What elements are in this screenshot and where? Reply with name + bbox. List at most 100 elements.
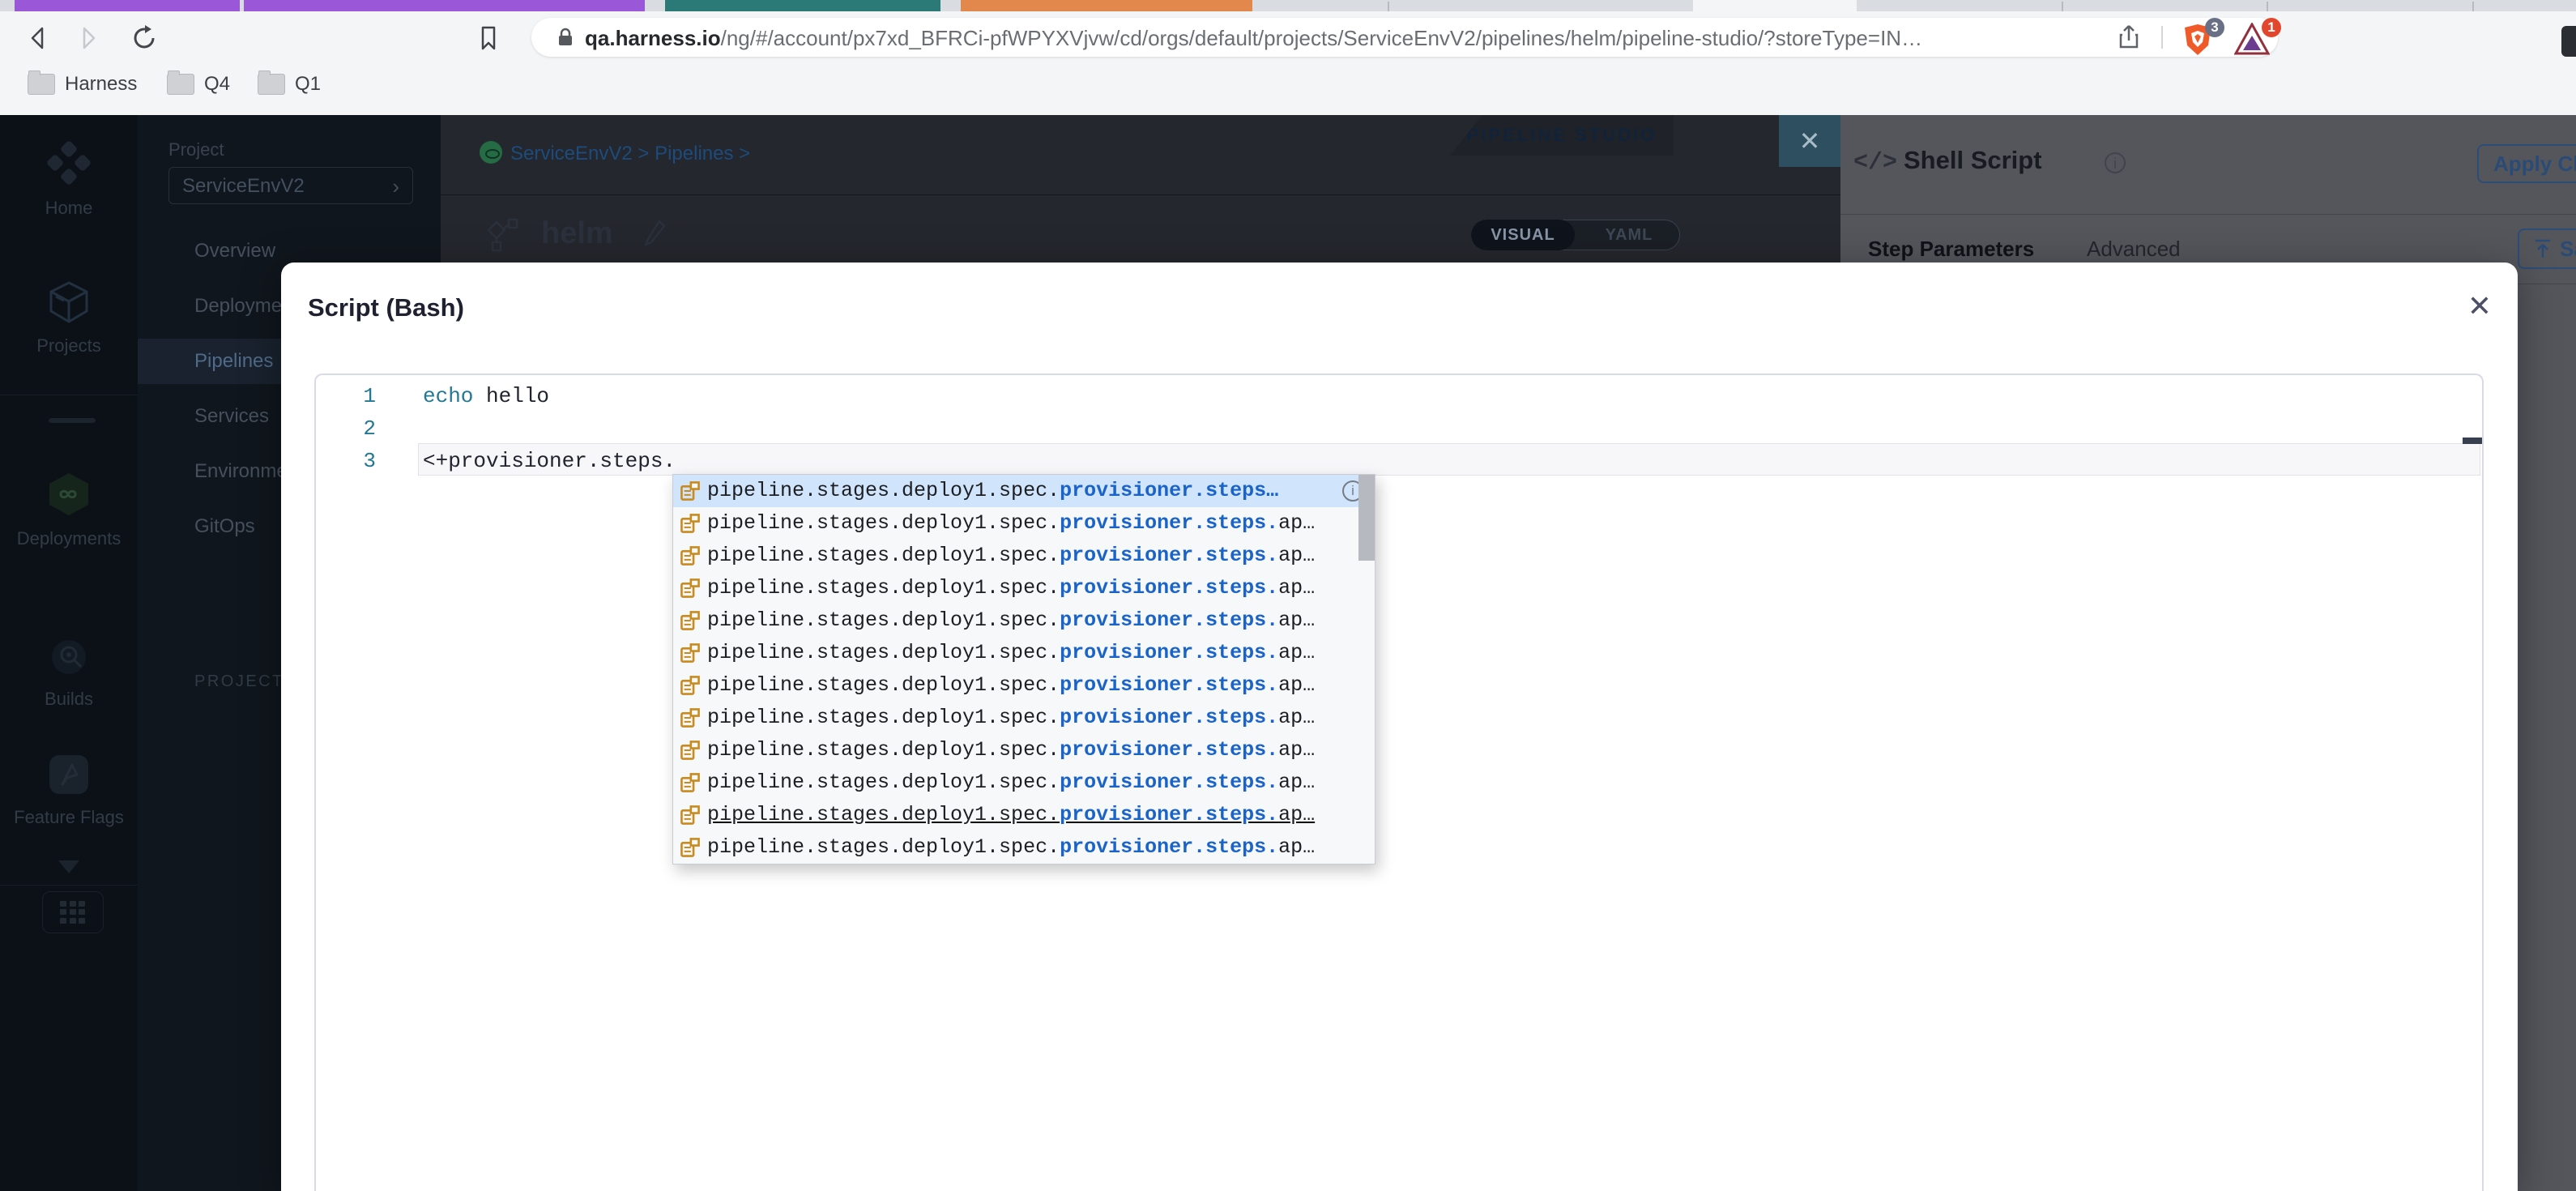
suggest-item[interactable]: pipeline.stages.deploy1.spec.provisioner…	[673, 734, 1375, 766]
tab-group-orange[interactable]	[961, 0, 1252, 11]
bookmark-folder[interactable]: Q1	[258, 70, 321, 96]
grid-icon	[60, 901, 86, 924]
browser-tab-strip[interactable]	[0, 0, 2576, 11]
bookmark-folder[interactable]: Q4	[167, 70, 231, 96]
suggest-text: pipeline.stages.deploy1.spec.provisioner…	[707, 673, 1316, 697]
suggest-item[interactable]: pipeline.stages.deploy1.spec.provisioner…	[673, 572, 1375, 604]
bookmark-icon[interactable]	[475, 24, 502, 52]
code-line: echo hello	[423, 384, 550, 408]
suggest-item[interactable]: pipeline.stages.deploy1.spec.provisioner…	[673, 702, 1375, 734]
info-icon[interactable]: i	[2105, 152, 2126, 173]
module-rail: Home Projects Deployments Builds Feature…	[0, 115, 138, 1191]
overview-ruler-cursor	[2463, 438, 2482, 444]
active-tab[interactable]	[1693, 0, 1857, 11]
back-button[interactable]	[24, 24, 52, 52]
share-icon[interactable]	[2114, 23, 2143, 52]
nav-item-label: Services	[194, 405, 270, 427]
suggest-item[interactable]: pipeline.stages.deploy1.spec.provisioner…	[673, 540, 1375, 572]
suggest-text: pipeline.stages.deploy1.spec.provisioner…	[707, 738, 1316, 762]
extensions-icon[interactable]	[2561, 26, 2576, 57]
save-as-template-button[interactable]: Save as Template	[2518, 228, 2576, 269]
current-line-highlight	[418, 443, 2480, 476]
suggest-text: pipeline.stages.deploy1.spec.provisioner…	[707, 641, 1316, 664]
apply-changes-button[interactable]: Apply Changes	[2477, 144, 2576, 183]
suggest-item[interactable]: pipeline.stages.deploy1.spec.provisioner…	[673, 475, 1375, 507]
line-number: 2	[363, 416, 376, 441]
studio-close-button[interactable]: ✕	[1779, 115, 1840, 167]
rail-chevron-down-icon[interactable]	[58, 860, 79, 873]
suggest-text: pipeline.stages.deploy1.spec.provisioner…	[707, 576, 1316, 600]
suggest-item[interactable]: pipeline.stages.deploy1.spec.provisioner…	[673, 669, 1375, 702]
lock-icon	[559, 28, 572, 45]
field-icon	[680, 481, 700, 501]
toggle-yaml[interactable]: YAML	[1579, 220, 1679, 250]
url-text[interactable]: qa.harness.io/ng/#/account/px7xd_BFRCi-p…	[585, 26, 2124, 51]
tab-group-teal[interactable]	[665, 0, 940, 11]
breadcrumb[interactable]: ServiceEnvV2 > Pipelines >	[510, 143, 750, 165]
shield-badge: 3	[2205, 18, 2224, 37]
chevron-right-icon: ›	[392, 174, 399, 198]
suggest-item[interactable]: pipeline.stages.deploy1.spec.provisioner…	[673, 637, 1375, 669]
project-selector[interactable]: ServiceEnvV2 ›	[168, 167, 413, 204]
field-icon	[680, 805, 700, 825]
pill-divider	[2161, 26, 2163, 49]
rail-dash-divider	[49, 418, 96, 423]
field-icon	[680, 578, 700, 598]
url-domain: qa.harness.io	[585, 26, 721, 50]
template-up-icon	[2535, 239, 2550, 258]
suggest-item[interactable]: pipeline.stages.deploy1.spec.provisioner…	[673, 766, 1375, 799]
sidebar-item-feature-flags[interactable]: Feature Flags	[0, 753, 138, 828]
line-number: 3	[363, 449, 376, 473]
rail-label: Builds	[45, 689, 93, 709]
suggest-list: pipeline.stages.deploy1.spec.provisioner…	[673, 475, 1375, 864]
dropdown-scrollbar[interactable]	[1358, 475, 1375, 561]
feature-flags-icon	[49, 755, 88, 794]
visual-yaml-toggle: VISUAL YAML	[1471, 220, 1680, 250]
module-grid-button[interactable]	[42, 891, 104, 933]
tab-advanced[interactable]: Advanced	[2087, 237, 2181, 262]
tab-group-purple[interactable]	[244, 0, 645, 11]
tab-separator	[1388, 2, 1389, 11]
toggle-visual[interactable]: VISUAL	[1471, 220, 1575, 250]
suggest-item[interactable]: pipeline.stages.deploy1.spec.provisioner…	[673, 507, 1375, 540]
suggest-item[interactable]: pipeline.stages.deploy1.spec.provisioner…	[673, 604, 1375, 637]
field-icon	[680, 514, 700, 533]
home-icon	[47, 141, 91, 185]
forward-button[interactable]	[75, 24, 102, 52]
code-line: <+provisioner.steps.	[423, 449, 676, 473]
nav-item-label: GitOps	[194, 515, 255, 537]
bookmark-folder[interactable]: Harness	[28, 70, 137, 96]
suggest-item[interactable]: pipeline.stages.deploy1.spec.provisioner…	[673, 799, 1375, 831]
field-icon	[680, 546, 700, 566]
field-icon	[680, 676, 700, 695]
url-path: /ng/#/account/px7xd_BFRCi-pfWPYXVjvw/cd/…	[720, 26, 1923, 50]
project-name: ServiceEnvV2	[182, 175, 305, 197]
script-editor[interactable]: 1 2 3 echo hello <+provisioner.steps.	[314, 374, 2484, 1191]
sidebar-item-deployments[interactable]: Deployments	[0, 472, 138, 549]
sidebar-item-projects[interactable]: Projects	[0, 280, 138, 356]
suggest-text: pipeline.stages.deploy1.spec.provisioner…	[707, 803, 1316, 826]
modal-close-button[interactable]: ✕	[2462, 288, 2497, 324]
rail-divider	[0, 885, 138, 886]
suggest-text: pipeline.stages.deploy1.spec.provisioner…	[707, 544, 1316, 567]
suggest-item[interactable]: pipeline.stages.deploy1.spec.provisioner…	[673, 831, 1375, 864]
tab-separator	[2062, 2, 2063, 11]
reload-button[interactable]	[131, 24, 159, 52]
suggest-text: pipeline.stages.deploy1.spec.provisioner…	[707, 479, 1279, 502]
projects-icon	[49, 281, 88, 323]
script-modal: Script (Bash) ✕ 1 2 3 echo hello <+provi…	[281, 263, 2518, 1191]
bookmarks-bar: Harness Q4 Q1	[0, 62, 2576, 115]
field-icon	[680, 708, 700, 728]
bookmark-label: Q4	[204, 73, 231, 95]
suggest-text: pipeline.stages.deploy1.spec.provisioner…	[707, 608, 1316, 632]
address-bar[interactable]: qa.harness.io/ng/#/account/px7xd_BFRCi-p…	[531, 18, 2281, 57]
edit-pencil-icon[interactable]	[642, 218, 667, 250]
pipeline-icon	[487, 218, 518, 252]
tab-group-purple[interactable]	[15, 0, 240, 11]
sidebar-item-home[interactable]: Home	[0, 139, 138, 219]
suggest-text: pipeline.stages.deploy1.spec.provisioner…	[707, 835, 1316, 859]
nav-item-label: Pipelines	[194, 350, 274, 372]
tab-step-parameters[interactable]: Step Parameters	[1868, 237, 2034, 262]
sidebar-item-builds[interactable]: Builds	[0, 637, 138, 710]
panel-divider	[1840, 214, 2576, 215]
